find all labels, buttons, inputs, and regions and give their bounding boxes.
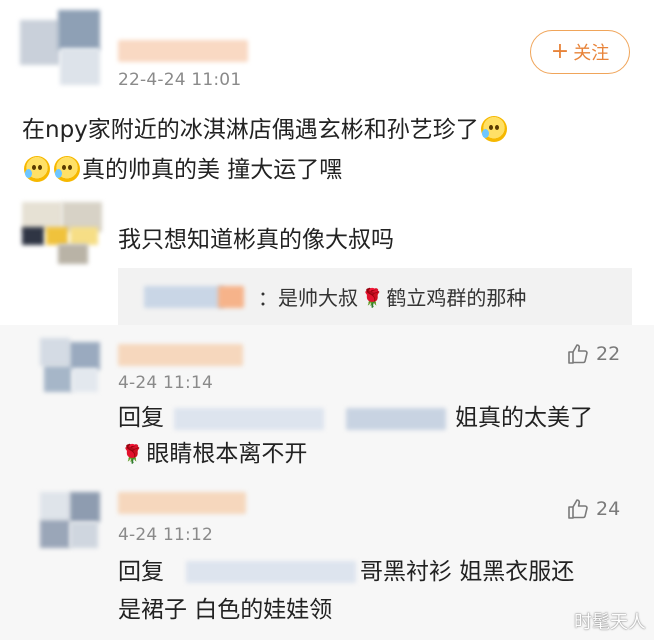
comment-body: 在npy家附近的冰淇淋店偶遇玄彬和孙艺珍了 xyxy=(22,110,509,150)
comment-line-1: 在npy家附近的冰淇淋店偶遇玄彬和孙艺珍了 xyxy=(22,117,479,143)
username-masked[interactable] xyxy=(118,40,248,62)
username-masked[interactable] xyxy=(118,492,246,514)
reply-prefix: 回复 xyxy=(118,559,164,585)
username-masked xyxy=(144,286,224,308)
comment-body: 我只想知道彬真的像大叔吗 xyxy=(118,227,394,253)
username-masked[interactable] xyxy=(118,344,243,366)
avatar-commenter-2[interactable] xyxy=(22,202,102,264)
reply-time: 4-24 11:12 xyxy=(118,525,213,545)
watermark: 时髦天人 xyxy=(574,612,646,633)
avatar-replier-2[interactable] xyxy=(40,492,100,550)
reply-body: 回复 xyxy=(118,398,164,438)
reply-text: 哥黑衬衫 姐黑衣服还 xyxy=(360,559,575,585)
reply-body-line-2: 是裙子 白色的娃娃领 xyxy=(118,597,333,623)
thumbs-up-icon xyxy=(568,499,588,519)
reply-time: 4-24 11:14 xyxy=(118,373,213,393)
thumbs-up-icon xyxy=(568,344,588,364)
rose-icon: 🌹 xyxy=(121,444,144,465)
reply-body-line-2: 🌹 眼睛根本离不开 xyxy=(118,434,307,475)
mentioned-user-masked[interactable] xyxy=(186,561,356,583)
comment-line-2: 真的帅真的美 撞大运了嘿 xyxy=(82,157,343,183)
crying-emoji-icon xyxy=(24,156,50,182)
crying-emoji-icon xyxy=(54,156,80,182)
avatar-replier-1[interactable] xyxy=(40,338,100,394)
plus-icon: + xyxy=(550,39,570,64)
like-count: 24 xyxy=(596,498,621,520)
reply-body: 回复 xyxy=(118,552,164,592)
follow-button[interactable]: + 关注 xyxy=(530,30,630,74)
nested-reply-box[interactable]: ：是帅大叔 🌹 鹤立鸡群的那种 xyxy=(118,268,632,326)
comment-time: 22-4-24 11:01 xyxy=(118,70,242,90)
follow-label: 关注 xyxy=(573,43,610,64)
avatar-commenter-1[interactable] xyxy=(20,10,100,85)
nested-reply-text: ：是帅大叔 🌹 鹤立鸡群的那种 xyxy=(258,286,527,310)
like-count: 22 xyxy=(596,343,621,365)
mentioned-user-masked[interactable] xyxy=(346,408,446,430)
like-button[interactable]: 24 xyxy=(566,497,620,521)
reply-text: 姐真的太美了 xyxy=(455,405,593,431)
mentioned-user-masked[interactable] xyxy=(174,408,324,430)
crying-emoji-icon xyxy=(480,116,507,142)
reply-prefix: 回复 xyxy=(118,405,164,431)
comment-body-line-2: 真的帅真的美 撞大运了嘿 xyxy=(22,150,342,190)
like-button[interactable]: 22 xyxy=(566,342,620,366)
username-masked xyxy=(218,286,244,308)
rose-icon: 🌹 xyxy=(361,288,384,309)
